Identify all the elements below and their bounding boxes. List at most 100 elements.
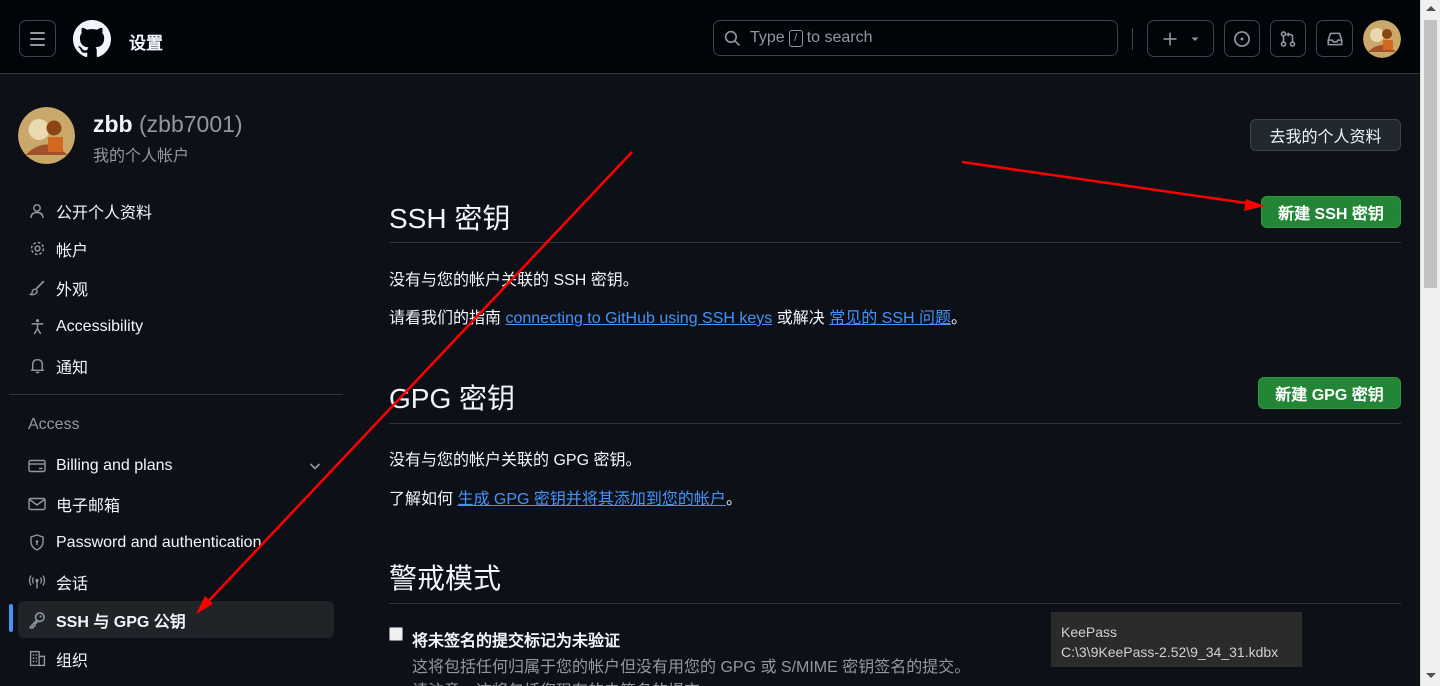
github-logo-icon[interactable] [73,20,111,58]
search-input[interactable]: Type / to search [713,20,1118,56]
inbox-icon [1326,32,1343,45]
sidebar-item-billing[interactable]: Billing and plans [18,447,334,484]
sidebar-item-label: 外观 [56,281,89,299]
create-new-button[interactable] [1147,20,1214,57]
search-placeholder-prefix: Type [750,29,785,46]
mail-icon [28,495,46,513]
gpg-learn-prefix: 了解如何 [389,491,454,508]
ssh-guide-suffix: 。 [951,310,968,327]
issues-button[interactable] [1224,20,1260,57]
ssh-guide-link[interactable]: connecting to GitHub using SSH keys [505,310,772,327]
ssh-keys-heading: SSH 密钥 [389,203,511,234]
sidebar-item-emails[interactable]: 电子邮箱 [18,485,334,522]
vigilant-mode-label[interactable]: 将未签名的提交标记为未验证 [412,627,620,651]
tooltip-path: C:\3\9KeePass-2.52\9_34_31.kdbx [1061,644,1279,660]
bell-icon [28,357,46,375]
vigilant-mode-note: 请注意，这将包括您现有的未签名的提交。 [412,677,716,686]
sidebar-item-accessibility[interactable]: Accessibility [18,308,334,345]
section-divider [389,603,1401,604]
new-ssh-key-button[interactable]: 新建 SSH 密钥 [1261,196,1401,228]
sidebar-item-organizations[interactable]: 组织 [18,640,334,677]
ssh-empty-text: 没有与您的帐户关联的 SSH 密钥。 [389,272,639,289]
new-gpg-key-button[interactable]: 新建 GPG 密钥 [1258,377,1401,409]
ssh-troubleshoot-link[interactable]: 常见的 SSH 问题 [829,310,951,327]
user-avatar-button[interactable] [1363,20,1401,58]
avatar-image [18,107,75,164]
broadcast-icon [28,573,46,591]
sidebar-item-sessions[interactable]: 会话 [18,563,334,600]
vigilant-mode-checkbox[interactable] [389,627,403,641]
sidebar-divider [9,394,343,395]
active-indicator [9,604,13,632]
section-divider [389,242,1401,243]
git-pull-request-icon [1280,30,1296,47]
profile-display-name: zbb [93,111,133,137]
paintbrush-icon [28,279,46,297]
sidebar-item-label: 电子邮箱 [56,497,121,515]
sidebar-item-label: Billing and plans [56,456,173,474]
go-to-profile-button[interactable]: 去我的个人资料 [1250,119,1401,151]
sidebar-section-heading: Access [28,416,80,433]
key-icon [28,611,46,629]
sidebar-item-label: 公开个人资料 [56,204,153,222]
sidebar-item-label: Accessibility [56,317,144,335]
menu-button[interactable] [19,20,56,57]
hamburger-line [30,31,45,34]
organization-icon [28,650,46,668]
scroll-up-arrow-icon[interactable] [1426,6,1436,11]
profile-subtitle: 我的个人帐户 [93,148,190,165]
gear-icon [28,240,46,258]
sidebar-item-password-auth[interactable]: Password and authentication [18,524,334,561]
sidebar-item-label: 帐户 [56,242,89,260]
profile-login: (zbb7001) [139,111,243,137]
gpg-keys-heading: GPG 密钥 [389,383,516,414]
search-shortcut-key: / [788,29,803,47]
gpg-learn-text: 了解如何 生成 GPG 密钥并将其添加到您的帐户。 [389,485,742,509]
global-header: 设置 Type / to search [0,0,1420,74]
person-icon [28,202,46,220]
vigilant-mode-heading: 警戒模式 [389,563,502,594]
sidebar-item-notifications[interactable]: 通知 [18,347,334,384]
gpg-learn-link[interactable]: 生成 GPG 密钥并将其添加到您的帐户 [457,491,725,508]
section-divider [389,423,1401,424]
hamburger-line [30,37,45,40]
page-scrollbar[interactable] [1420,0,1440,686]
hamburger-line [30,43,45,46]
profile-name: zbb (zbb7001) [93,111,243,138]
scroll-down-arrow-icon[interactable] [1426,673,1436,678]
accessibility-icon [28,318,46,336]
inbox-button[interactable] [1316,20,1353,57]
ssh-guide-middle: 或解决 [776,310,825,327]
shield-lock-icon [28,534,46,552]
scrollbar-thumb[interactable] [1424,20,1437,288]
sidebar-item-ssh-gpg-keys[interactable]: SSH 与 GPG 公钥 [18,601,334,638]
avatar-image [1363,20,1401,58]
sidebar-item-label: 会话 [56,575,89,593]
vigilant-mode-description: 这将包括任何归属于您的帐户但没有用您的 GPG 或 S/MIME 密钥签名的提交… [412,659,971,676]
ssh-guide-prefix: 请看我们的指南 [389,310,502,327]
page-title: 设置 [129,34,163,53]
sidebar-item-label: 组织 [56,652,89,670]
sidebar-item-label: SSH 与 GPG 公钥 [56,613,186,631]
sidebar-item-public-profile[interactable]: 公开个人资料 [18,192,334,229]
profile-avatar [18,107,75,164]
ssh-guide-text: 请看我们的指南 connecting to GitHub using SSH k… [389,304,967,328]
header-divider [1132,28,1133,50]
keepass-tooltip: KeePass C:\3\9KeePass-2.52\9_34_31.kdbx [1051,612,1302,667]
gpg-empty-text: 没有与您的帐户关联的 GPG 密钥。 [389,452,642,469]
gpg-learn-suffix: 。 [725,491,742,508]
search-placeholder-suffix: to search [806,29,873,46]
plus-icon [1163,32,1176,45]
sidebar-item-label: Password and authentication [56,533,262,551]
sidebar-item-account[interactable]: 帐户 [18,230,334,267]
issue-opened-icon [1234,30,1250,47]
sidebar-item-appearance[interactable]: 外观 [18,269,334,306]
tooltip-title: KeePass [1061,624,1118,640]
credit-card-icon [28,457,46,475]
sidebar-item-label: 通知 [56,359,89,377]
caret-down-icon [1191,37,1198,41]
search-icon [724,30,740,46]
chevron-down-icon[interactable] [308,459,322,473]
annotation-arrow-new-ssh [961,160,1254,206]
pull-requests-button[interactable] [1270,20,1306,57]
